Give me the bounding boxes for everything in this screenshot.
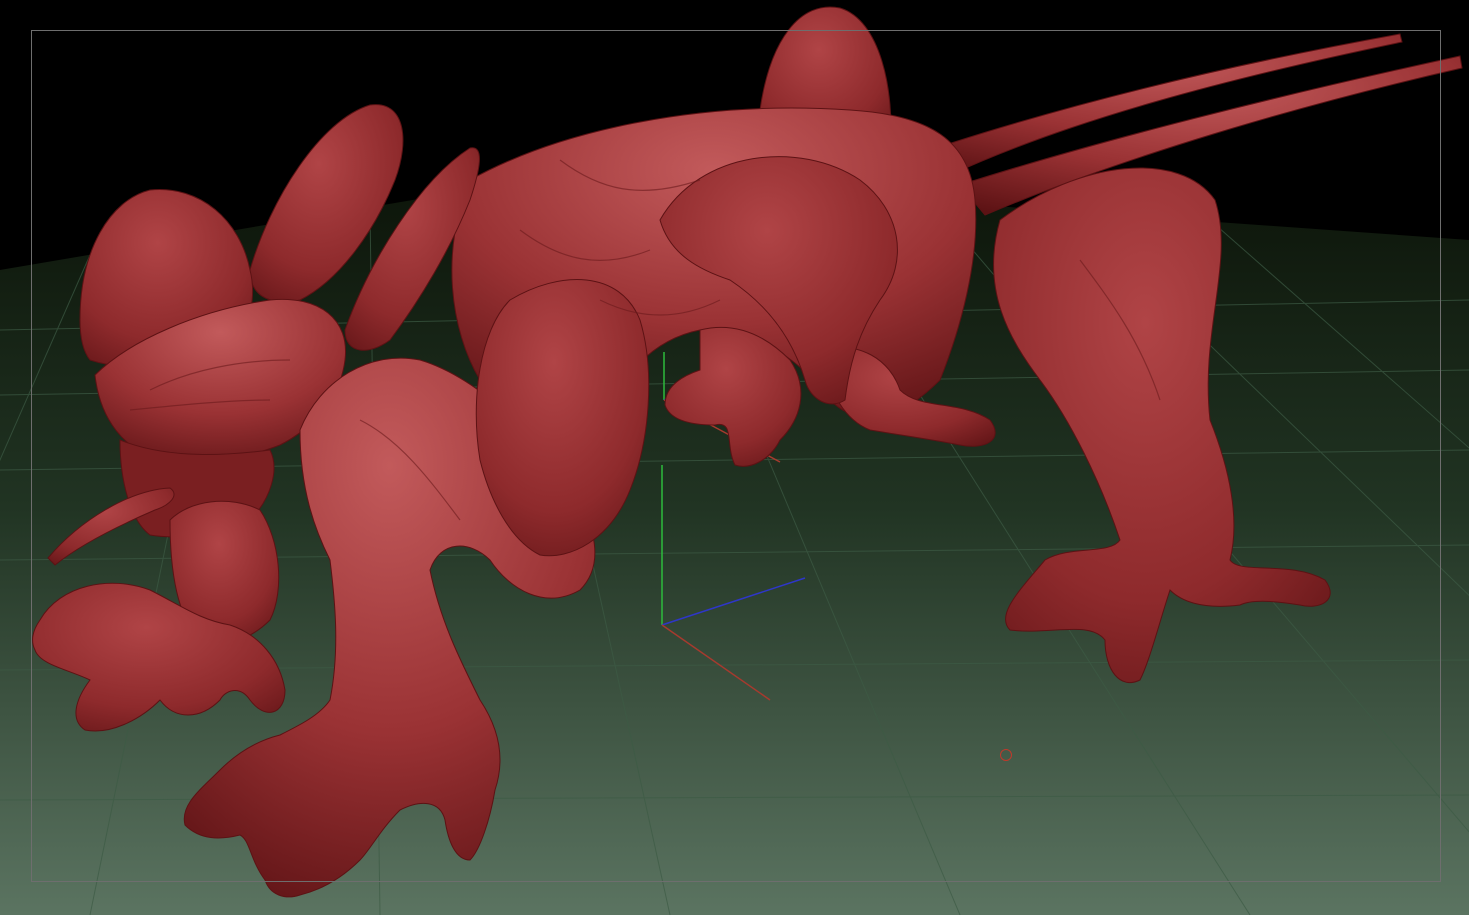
viewport-canvas[interactable]: [0, 0, 1469, 915]
sculpt-scene[interactable]: [0, 0, 1469, 915]
brush-cursor-icon: [1000, 749, 1012, 761]
